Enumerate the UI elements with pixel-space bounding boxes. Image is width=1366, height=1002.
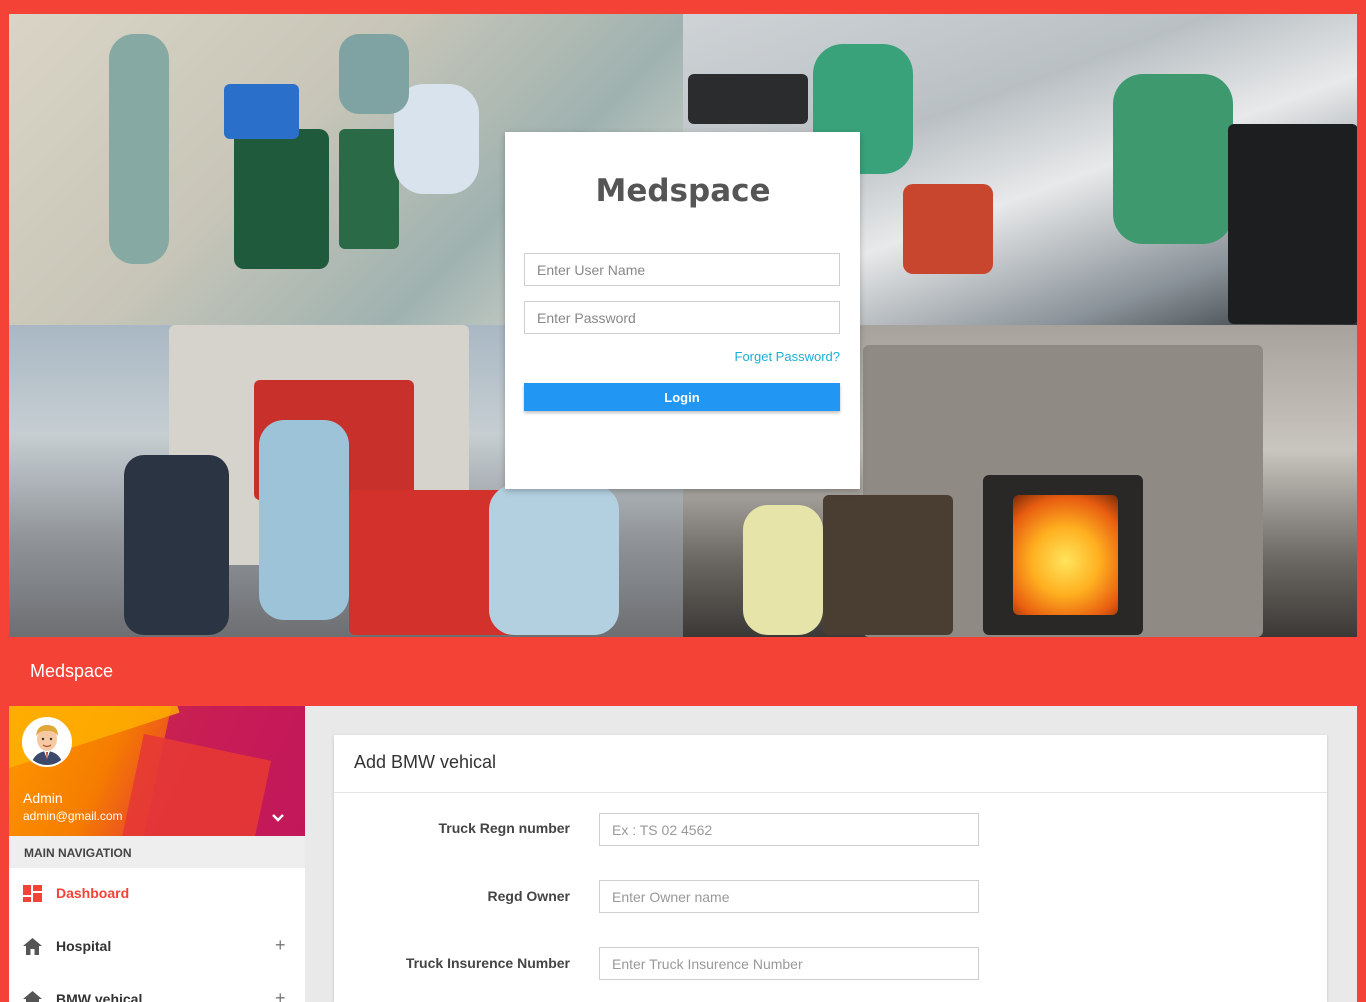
- sidebar-item-dashboard[interactable]: Dashboard: [9, 868, 305, 918]
- login-button[interactable]: Login: [524, 383, 840, 411]
- truck-regn-label: Truck Regn number: [438, 820, 570, 836]
- sidebar-item-label: BMW vehical: [56, 991, 143, 1002]
- card-title: Add BMW vehical: [354, 752, 497, 772]
- user-panel: Admin admin@gmail.com: [9, 706, 305, 836]
- sidebar: Admin admin@gmail.com MAIN NAVIGATION Da…: [9, 706, 305, 1002]
- divider: [334, 792, 1327, 793]
- truck-insurence-input[interactable]: [599, 947, 979, 980]
- user-email: admin@gmail.com: [23, 809, 123, 823]
- plus-icon[interactable]: +: [275, 935, 286, 956]
- login-title: Medspace: [595, 173, 771, 209]
- regd-owner-label: Regd Owner: [487, 888, 570, 904]
- regd-owner-input[interactable]: [599, 880, 979, 913]
- sidebar-item-hospital[interactable]: Hospital +: [9, 921, 305, 971]
- sidebar-item-label: Hospital: [56, 938, 112, 954]
- home-icon: [23, 938, 42, 955]
- sidebar-item-bmw-vehical[interactable]: BMW vehical +: [9, 974, 305, 1002]
- chevron-down-icon[interactable]: [271, 810, 285, 826]
- forgot-password-link[interactable]: Forget Password?: [680, 349, 841, 364]
- avatar[interactable]: [22, 717, 72, 767]
- main-navigation-header: MAIN NAVIGATION: [9, 836, 305, 868]
- user-name: Admin: [23, 790, 63, 806]
- username-input[interactable]: [524, 253, 840, 286]
- app-header: [0, 640, 1366, 706]
- password-input[interactable]: [524, 301, 840, 334]
- plus-icon[interactable]: +: [275, 988, 286, 1002]
- truck-regn-input[interactable]: [599, 813, 979, 846]
- home-icon: [23, 991, 42, 1002]
- app-title[interactable]: Medspace: [30, 661, 113, 682]
- sidebar-item-label: Dashboard: [56, 885, 130, 901]
- truck-insurence-label: Truck Insurence Number: [405, 955, 570, 971]
- dashboard-icon: [23, 885, 42, 902]
